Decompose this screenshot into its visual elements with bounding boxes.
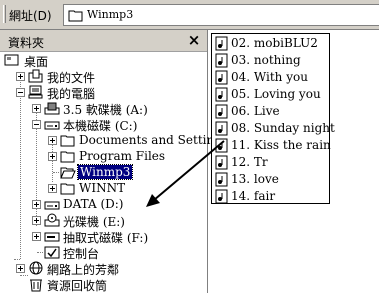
tree-node-network[interactable]: 網路上的芳鄰: [0, 260, 207, 277]
file-name: 14. fair: [231, 189, 276, 203]
tree-node-drive-f[interactable]: 抽取式磁碟 (F:): [0, 228, 207, 245]
tree-node-drive-e[interactable]: 光碟機 (E:): [0, 212, 207, 229]
tree-node-control-panel[interactable]: 控制台: [0, 244, 207, 261]
floppy-drive-icon: [44, 102, 60, 115]
audio-file-icon: [215, 172, 228, 187]
folder-icon: [68, 10, 83, 22]
my-computer-icon: [28, 85, 43, 99]
expand-icon[interactable]: [32, 200, 41, 209]
address-field[interactable]: Winmp3: [63, 4, 379, 26]
tree-node-desktop[interactable]: 桌面: [0, 52, 207, 69]
file-name: 04. With you: [231, 70, 308, 84]
tree-label-selected: Winmp3: [76, 164, 134, 180]
cd-drive-icon: [44, 213, 60, 227]
file-name: 08. Sunday night: [231, 121, 335, 135]
address-value: Winmp3: [87, 8, 134, 21]
tree-label: WINNT: [79, 181, 126, 195]
desktop-icon: [4, 54, 19, 66]
tree-label: Program Files: [79, 149, 166, 163]
expand-icon[interactable]: [48, 136, 57, 145]
tree-label: DATA (D:): [63, 197, 124, 211]
audio-file-icon: [215, 87, 228, 102]
tree-label: Documents and Settings: [79, 133, 229, 147]
network-icon: [29, 261, 43, 275]
recycle-bin-icon: [30, 279, 42, 292]
file-name: 05. Loving you: [231, 87, 321, 101]
my-documents-icon: [28, 69, 43, 83]
collapse-icon[interactable]: [32, 120, 41, 129]
file-name: 06. Live: [231, 104, 280, 118]
file-name: 02. mobiBLU2: [231, 36, 318, 50]
address-bar: 網址(D) Winmp3: [0, 0, 379, 30]
folder-icon: [60, 183, 75, 195]
toolbar-grip[interactable]: [3, 5, 6, 23]
tree-node-my-computer[interactable]: 我的電腦: [0, 84, 207, 101]
folder-icon: [60, 151, 75, 163]
file-name: 03. nothing: [231, 53, 301, 67]
removable-drive-icon: [44, 232, 60, 242]
expand-icon[interactable]: [32, 216, 41, 225]
audio-file-icon: [215, 189, 228, 204]
tree-node-my-documents[interactable]: 我的文件: [0, 68, 207, 85]
audio-file-icon: [215, 121, 228, 136]
tree-label: 資源回收筒: [47, 279, 108, 293]
expand-icon[interactable]: [32, 232, 41, 241]
address-label: 網址(D): [9, 9, 52, 23]
tree-node-drive-d[interactable]: DATA (D:): [0, 196, 207, 213]
tree-node-floppy-a[interactable]: 3.5 軟碟機 (A:): [0, 100, 207, 117]
expand-icon[interactable]: [32, 104, 41, 113]
audio-file-icon: [215, 138, 228, 153]
expand-icon[interactable]: [16, 72, 25, 81]
tree-node-winnt[interactable]: WINNT: [0, 180, 207, 197]
file-name: 11. Kiss the rain: [231, 138, 331, 152]
audio-file-icon: [215, 53, 228, 68]
audio-file-icon: [215, 36, 228, 51]
folder-pane-title: 資料夾: [8, 36, 45, 50]
tree-node-winmp3[interactable]: Winmp3: [0, 164, 207, 181]
folder-tree-pane: 資料夾 × 桌面 我的文件 我的電腦 3.5 軟碟機 (A:) 本機磁碟 (C:…: [0, 30, 228, 293]
tree-node-program-files[interactable]: Program Files: [0, 148, 207, 165]
close-pane-button[interactable]: ×: [186, 32, 202, 49]
tree-node-recycle-bin[interactable]: 資源回收筒: [0, 276, 207, 293]
folder-icon: [60, 135, 75, 147]
audio-file-icon: [215, 104, 228, 119]
expand-icon[interactable]: [48, 152, 57, 161]
tree-node-documents-and-settings[interactable]: Documents and Settings: [0, 132, 228, 149]
audio-file-icon: [215, 155, 228, 170]
file-list: 02. mobiBLU2 03. nothing 04. With you 05…: [211, 33, 335, 204]
expand-icon[interactable]: [48, 184, 57, 193]
collapse-icon[interactable]: [16, 88, 25, 97]
audio-file-icon: [215, 70, 228, 85]
open-folder-icon: [60, 167, 76, 179]
file-name: 13. love: [231, 172, 279, 186]
expand-icon[interactable]: [16, 264, 25, 273]
tree-node-drive-c[interactable]: 本機磁碟 (C:): [0, 116, 207, 133]
hard-drive-icon: [44, 201, 60, 210]
control-panel-icon: [44, 246, 60, 259]
file-name: 12. Tr: [231, 155, 268, 169]
hard-drive-icon: [44, 121, 60, 130]
folder-pane-header: 資料夾 ×: [0, 30, 207, 52]
